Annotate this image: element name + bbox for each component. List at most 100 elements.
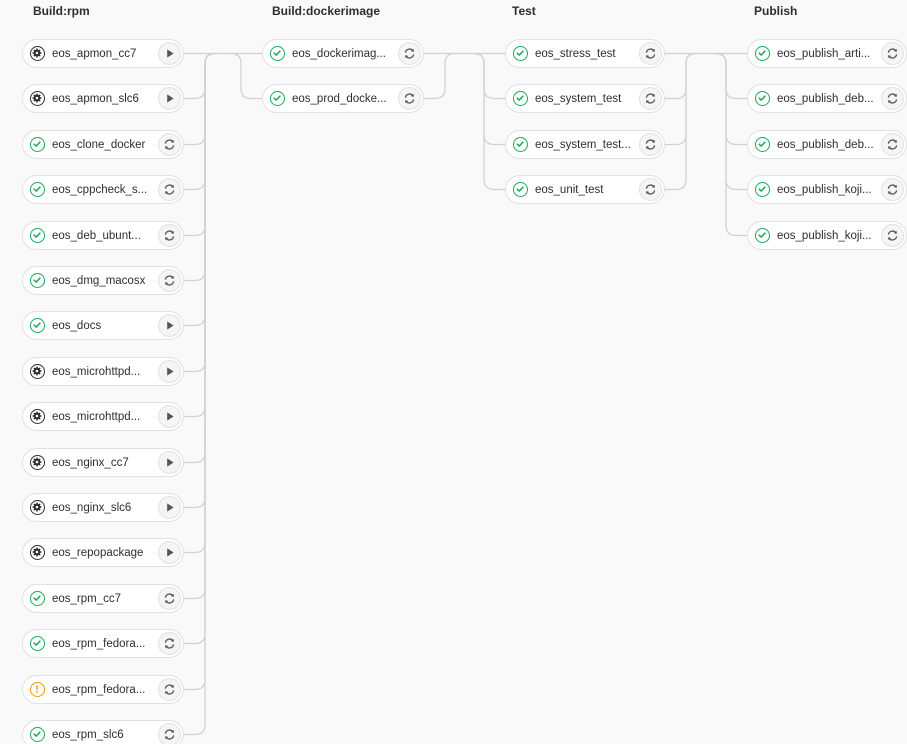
job-name: eos_rpm_fedora...: [52, 684, 146, 696]
retry-button[interactable]: [639, 42, 662, 65]
connector-merge: [184, 52, 216, 191]
job-eos-prod-docke[interactable]: eos_prod_docke...: [262, 84, 424, 113]
retry-button[interactable]: [158, 678, 181, 701]
job-name: eos_publish_arti...: [777, 48, 871, 60]
job-name: eos_publish_deb...: [777, 93, 874, 105]
retry-button[interactable]: [881, 224, 904, 247]
job-eos-clone-docker[interactable]: eos_clone_docker: [22, 130, 184, 159]
connector-merge: [184, 52, 216, 600]
retry-button[interactable]: [881, 133, 904, 156]
job-name: eos_microhttpd...: [52, 366, 141, 378]
job-eos-rpm-slc6[interactable]: eos_rpm_slc6: [22, 720, 184, 744]
job-eos-deb-ubunt[interactable]: eos_deb_ubunt...: [22, 221, 184, 250]
job-name: eos_publish_koji...: [777, 184, 872, 196]
retry-button[interactable]: [158, 632, 181, 655]
job-eos-stress-test[interactable]: eos_stress_test: [505, 39, 665, 68]
job-eos-unit-test[interactable]: eos_unit_test: [505, 175, 665, 204]
retry-button[interactable]: [881, 178, 904, 201]
connector-merge: [184, 52, 216, 691]
job-eos-nginx-cc7[interactable]: eos_nginx_cc7: [22, 448, 184, 477]
retry-button[interactable]: [639, 133, 662, 156]
connector-merge: [184, 52, 216, 146]
job-eos-microhttpd[interactable]: eos_microhttpd...: [22, 357, 184, 386]
gear-circle-icon: [30, 500, 45, 515]
gear-circle-icon: [30, 91, 45, 106]
check-circle-icon: [270, 46, 285, 61]
job-eos-apmon-cc7[interactable]: eos_apmon_cc7: [22, 39, 184, 68]
job-name: eos_deb_ubunt...: [52, 230, 141, 242]
connector-merge: [184, 52, 216, 509]
job-name: eos_publish_koji...: [777, 230, 872, 242]
play-button[interactable]: [158, 360, 181, 383]
job-name: eos_apmon_cc7: [52, 48, 137, 60]
job-eos-dockerimag[interactable]: eos_dockerimag...: [262, 39, 424, 68]
job-eos-docs[interactable]: eos_docs: [22, 311, 184, 340]
play-button[interactable]: [158, 451, 181, 474]
job-eos-publish-deb[interactable]: eos_publish_deb...: [747, 130, 907, 159]
retry-button[interactable]: [398, 87, 421, 110]
job-name: eos_apmon_slc6: [52, 93, 139, 105]
retry-button[interactable]: [881, 42, 904, 65]
retry-button[interactable]: [158, 133, 181, 156]
job-name: eos_repopackage: [52, 547, 144, 559]
retry-button[interactable]: [158, 224, 181, 247]
play-button[interactable]: [158, 541, 181, 564]
play-button[interactable]: [158, 496, 181, 519]
job-eos-cppcheck-s[interactable]: eos_cppcheck_s...: [22, 175, 184, 204]
check-circle-icon: [30, 182, 45, 197]
connector-merge: [665, 52, 697, 191]
job-eos-nginx-slc6[interactable]: eos_nginx_slc6: [22, 493, 184, 522]
check-circle-icon: [755, 46, 770, 61]
job-eos-dmg-macosx[interactable]: eos_dmg_macosx: [22, 266, 184, 295]
job-eos-publish-koji[interactable]: eos_publish_koji...: [747, 221, 907, 250]
job-name: eos_nginx_slc6: [52, 502, 132, 514]
connector-merge: [184, 52, 216, 736]
retry-button[interactable]: [158, 178, 181, 201]
connector-merge: [424, 52, 456, 100]
check-circle-icon: [270, 91, 285, 106]
retry-button[interactable]: [639, 178, 662, 201]
job-eos-system-test[interactable]: eos_system_test: [505, 84, 665, 113]
exclamation-circle-icon: [30, 682, 45, 697]
play-button[interactable]: [158, 87, 181, 110]
job-eos-system-test[interactable]: eos_system_test...: [505, 130, 665, 159]
play-button[interactable]: [158, 314, 181, 337]
job-eos-rpm-cc7[interactable]: eos_rpm_cc7: [22, 584, 184, 613]
stage-title: Publish: [754, 4, 798, 18]
play-button[interactable]: [158, 405, 181, 428]
check-circle-icon: [513, 46, 528, 61]
play-button[interactable]: [158, 42, 181, 65]
job-eos-rpm-fedora[interactable]: eos_rpm_fedora...: [22, 629, 184, 658]
connector-merge: [184, 52, 216, 237]
check-circle-icon: [30, 318, 45, 333]
job-eos-publish-deb[interactable]: eos_publish_deb...: [747, 84, 907, 113]
retry-button[interactable]: [398, 42, 421, 65]
connector-fan: [473, 52, 505, 146]
job-eos-publish-koji[interactable]: eos_publish_koji...: [747, 175, 907, 204]
job-name: eos_prod_docke...: [292, 93, 387, 105]
job-name: eos_docs: [52, 320, 102, 332]
connector-fan: [230, 52, 262, 100]
job-eos-apmon-slc6[interactable]: eos_apmon_slc6: [22, 84, 184, 113]
connector-merge: [184, 52, 216, 645]
stage-title: Build:dockerimage: [272, 4, 381, 18]
retry-button[interactable]: [881, 87, 904, 110]
retry-button[interactable]: [158, 723, 181, 744]
job-eos-microhttpd[interactable]: eos_microhttpd...: [22, 402, 184, 431]
job-name: eos_rpm_fedora...: [52, 638, 146, 650]
job-name: eos_publish_deb...: [777, 139, 874, 151]
check-circle-icon: [30, 727, 45, 742]
connector-fan: [715, 52, 747, 100]
job-eos-publish-arti[interactable]: eos_publish_arti...: [747, 39, 907, 68]
connector-merge: [184, 52, 216, 282]
job-eos-rpm-fedora[interactable]: eos_rpm_fedora...: [22, 675, 184, 704]
job-name: eos_nginx_cc7: [52, 457, 129, 469]
job-name: eos_system_test...: [535, 139, 631, 151]
connector-fan: [473, 52, 505, 100]
check-circle-icon: [755, 91, 770, 106]
retry-button[interactable]: [158, 587, 181, 610]
retry-button[interactable]: [158, 269, 181, 292]
connector-fan: [715, 52, 747, 146]
job-eos-repopackage[interactable]: eos_repopackage: [22, 538, 184, 567]
retry-button[interactable]: [639, 87, 662, 110]
